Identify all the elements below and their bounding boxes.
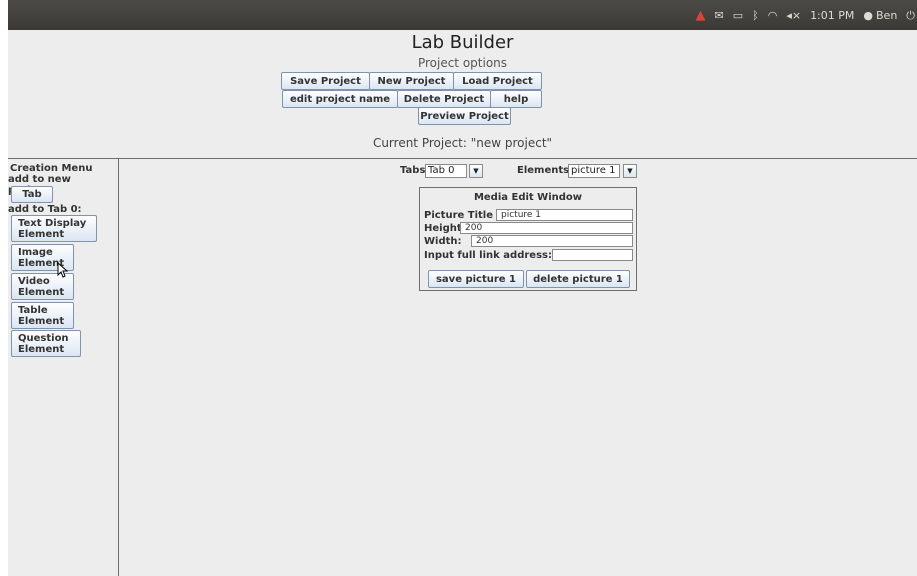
project-options-header: Lab Builder Project options Save Project… <box>8 30 917 159</box>
wifi-icon[interactable]: ◠ <box>768 10 778 21</box>
user-name: Ben <box>876 8 898 22</box>
button-line-1: Text Display <box>18 217 87 229</box>
clock-time[interactable]: 1:01 PM <box>810 10 854 21</box>
main-editor-area: Tabs: Tab 0 ▼ Elements: picture 1 ▼ Medi… <box>119 159 917 576</box>
button-line-1: Image <box>18 246 53 258</box>
button-line-2: Element <box>18 228 65 240</box>
button-line-1: Video <box>18 275 50 287</box>
button-line-2: Element <box>18 315 65 327</box>
mail-icon[interactable]: ✉ <box>714 10 723 21</box>
creation-menu-sidebar: Creation Menu add to new project: Tab ad… <box>8 159 119 576</box>
power-icon[interactable]: ⏻ <box>906 10 915 21</box>
creation-menu-title: Creation Menu <box>10 163 93 174</box>
button-line-2: Element <box>18 286 65 298</box>
user-menu[interactable]: ● Ben <box>863 10 897 21</box>
button-line-1: Question <box>18 332 69 344</box>
project-options-label: Project options <box>417 56 508 70</box>
button-line-1: Table <box>18 304 48 316</box>
height-input[interactable]: 200 <box>460 222 633 234</box>
link-address-input[interactable] <box>552 249 633 261</box>
link-address-label: Input full link address: <box>424 250 552 261</box>
app-title: Lab Builder <box>411 32 514 53</box>
system-tray: ▲ ✉ ▭ ᛒ ◠ ◂× 1:01 PM ● Ben ⏻ <box>695 0 915 30</box>
picture-title-label: Picture Title <box>424 210 494 221</box>
add-tab-button[interactable]: Tab <box>11 186 53 203</box>
question-element-button[interactable]: Question Element <box>11 330 81 357</box>
user-icon: ● <box>863 8 873 22</box>
width-input[interactable]: 200 <box>471 235 633 247</box>
delete-project-button[interactable]: Delete Project <box>397 90 491 108</box>
system-top-bar: ▲ ✉ ▭ ᛒ ◠ ◂× 1:01 PM ● Ben ⏻ <box>8 0 917 30</box>
media-edit-window: Media Edit Window Picture Title picture … <box>419 187 637 291</box>
save-project-button[interactable]: Save Project <box>281 72 370 90</box>
tabs-select[interactable]: Tab 0 <box>425 164 467 178</box>
elements-label: Elements: <box>517 165 574 176</box>
warning-icon[interactable]: ▲ <box>695 9 705 22</box>
width-label: Width: <box>424 236 462 247</box>
save-picture-button[interactable]: save picture 1 <box>428 270 524 288</box>
bluetooth-icon[interactable]: ᛒ <box>752 10 759 21</box>
preview-project-button[interactable]: Preview Project <box>418 107 511 125</box>
current-project-label: Current Project: "new project" <box>372 136 553 150</box>
edit-project-name-button[interactable]: edit project name <box>282 90 398 108</box>
load-project-button[interactable]: Load Project <box>453 72 542 90</box>
tabs-dropdown-arrow-icon[interactable]: ▼ <box>469 164 483 178</box>
add-to-tab-label: add to Tab 0: <box>8 204 82 215</box>
button-line-2: Element <box>18 343 65 355</box>
application-window: ▲ ✉ ▭ ᛒ ◠ ◂× 1:01 PM ● Ben ⏻ Lab Builder… <box>8 0 917 576</box>
elements-dropdown-arrow-icon[interactable]: ▼ <box>623 164 637 178</box>
volume-icon[interactable]: ◂× <box>786 10 801 21</box>
picture-title-input[interactable]: picture 1 <box>496 209 633 221</box>
new-project-button[interactable]: New Project <box>369 72 454 90</box>
help-button[interactable]: help <box>490 90 542 108</box>
delete-picture-button[interactable]: delete picture 1 <box>526 270 630 288</box>
table-element-button[interactable]: Table Element <box>11 302 74 329</box>
battery-icon[interactable]: ▭ <box>733 10 743 21</box>
media-edit-window-title: Media Edit Window <box>473 192 583 203</box>
elements-select[interactable]: picture 1 <box>568 164 620 178</box>
text-display-element-button[interactable]: Text Display Element <box>11 215 97 242</box>
mouse-cursor-icon <box>57 262 69 278</box>
